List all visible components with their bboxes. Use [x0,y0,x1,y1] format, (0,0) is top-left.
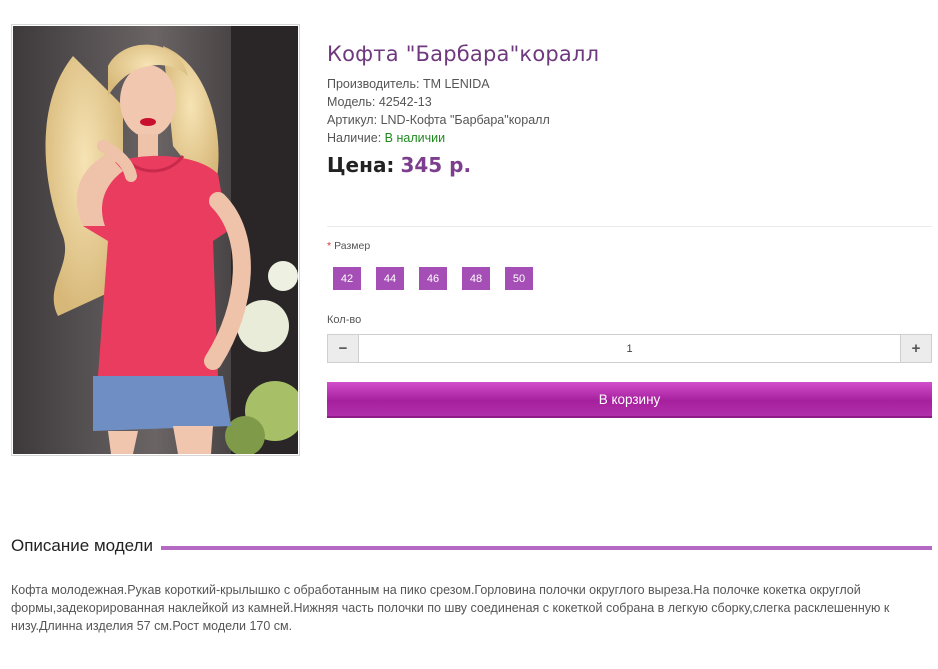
quantity-decrease-button[interactable]: − [328,335,359,362]
required-mark: * [327,240,332,252]
size-options: 42 44 46 48 50 [333,267,533,290]
quantity-stepper: − + [327,334,932,363]
size-label-text: Размер [334,240,371,252]
description-heading: Описание модели [11,536,153,555]
availability-row: Наличие: В наличии [327,129,550,147]
size-option-48[interactable]: 48 [462,267,490,290]
sku-label: Артикул: [327,113,378,127]
price-block: Цена: 345 р. [327,153,471,177]
model-row: Модель: 42542-13 [327,93,550,111]
description-header: Описание модели [11,536,932,556]
manufacturer-row: Производитель: TM LENIDA [327,75,550,93]
manufacturer-value[interactable]: TM LENIDA [423,77,490,91]
description-rule [160,545,932,550]
price-value: 345 р. [400,153,472,177]
product-photo[interactable] [13,26,298,454]
quantity-label: Кол-во [327,314,362,326]
product-title: Кофта "Барбара"коралл [327,42,600,66]
size-option-44[interactable]: 44 [376,267,404,290]
quantity-increase-button[interactable]: + [900,335,931,362]
manufacturer-label: Производитель: [327,77,420,91]
divider [327,226,932,227]
size-option-42[interactable]: 42 [333,267,361,290]
model-value: 42542-13 [378,95,432,109]
plus-icon: + [911,340,921,357]
sku-value: LND-Кофта "Барбара"коралл [380,113,550,127]
size-label: * Размер [327,240,370,252]
quantity-input[interactable] [359,335,900,362]
sku-row: Артикул: LND-Кофта "Барбара"коралл [327,111,550,129]
description-text: Кофта молодежная.Рукав короткий-крылышко… [11,583,890,633]
availability-status: В наличии [384,131,446,145]
product-meta: Производитель: TM LENIDA Модель: 42542-1… [327,75,550,147]
minus-icon: − [338,340,348,357]
price-label: Цена: [327,153,395,177]
product-image-frame[interactable] [11,24,300,456]
availability-label: Наличие: [327,131,382,145]
model-label: Модель: [327,95,376,109]
size-option-50[interactable]: 50 [505,267,533,290]
size-option-46[interactable]: 46 [419,267,447,290]
add-to-cart-button[interactable]: В корзину [327,382,932,418]
